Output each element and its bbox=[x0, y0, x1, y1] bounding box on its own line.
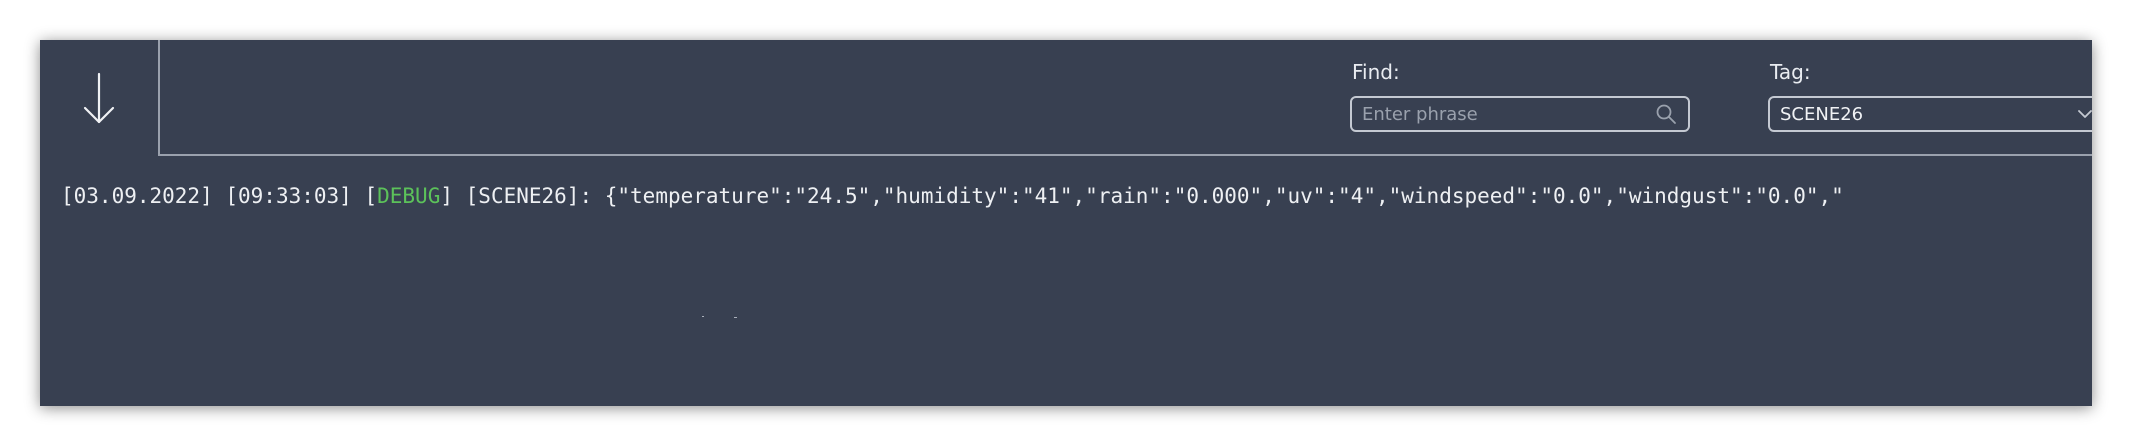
scroll-to-bottom-button[interactable] bbox=[40, 40, 158, 156]
find-field-group: Find: bbox=[1350, 60, 1690, 132]
find-input[interactable] bbox=[1352, 103, 1654, 125]
find-label: Find: bbox=[1352, 60, 1400, 84]
log-time: [09:33:03] bbox=[225, 184, 352, 208]
tag-label: Tag: bbox=[1770, 60, 1811, 84]
log-output[interactable]: [03.09.2022] [09:33:03] [DEBUG] [SCENE26… bbox=[40, 156, 2092, 406]
log-date: [03.09.2022] bbox=[61, 184, 213, 208]
chevron-down-icon bbox=[2078, 110, 2092, 118]
arrow-down-icon bbox=[83, 72, 115, 124]
log-line: [03.09.2022] [09:33:03] [DEBUG] [SCENE26… bbox=[61, 184, 1844, 208]
log-tag: [SCENE26]: bbox=[465, 184, 593, 208]
tag-field-group: Tag: SCENE26 bbox=[1768, 60, 2092, 132]
tag-select-value: SCENE26 bbox=[1780, 103, 1864, 125]
log-viewer-panel: Find: Tag: SCENE26 [03.09.2022] [09:33:0… bbox=[40, 40, 2092, 406]
log-level-open: [ bbox=[364, 184, 378, 208]
render-artifact bbox=[702, 316, 737, 318]
log-level: DEBUG bbox=[377, 184, 441, 208]
log-message: {"temperature":"24.5","humidity":"41","r… bbox=[604, 184, 1844, 208]
find-input-box[interactable] bbox=[1350, 96, 1690, 132]
tag-select[interactable]: SCENE26 bbox=[1768, 96, 2092, 132]
search-icon[interactable] bbox=[1654, 102, 1678, 126]
filter-toolbar: Find: Tag: SCENE26 bbox=[158, 40, 2092, 156]
log-level-close: ] bbox=[440, 184, 453, 208]
